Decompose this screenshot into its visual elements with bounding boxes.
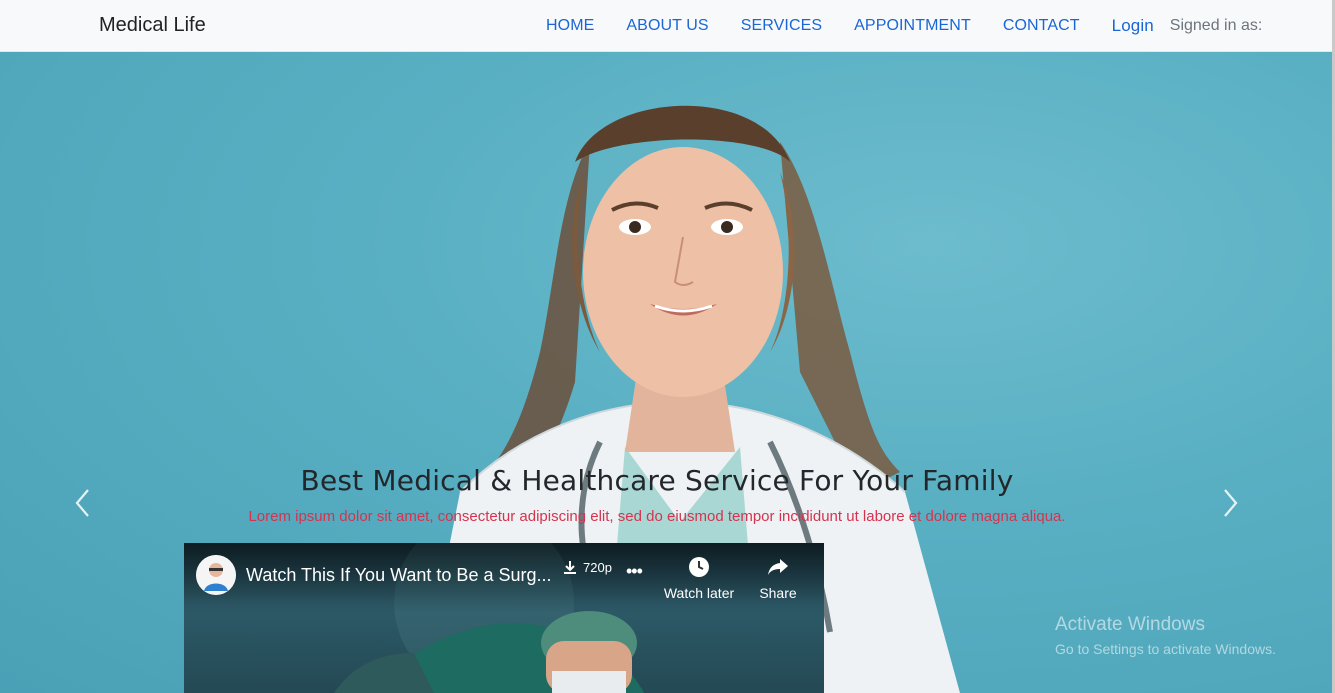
activate-windows-title: Activate Windows: [1055, 614, 1205, 635]
youtube-video-embed[interactable]: Watch This If You Want to Be a Surg... 7…: [184, 543, 824, 693]
hero-title: Best Medical & Healthcare Service For Yo…: [300, 464, 1014, 497]
login-link[interactable]: Login: [1112, 16, 1154, 36]
nav-menu: HOME ABOUT US SERVICES APPOINTMENT CONTA…: [546, 16, 1262, 36]
video-quality-label: 720p: [583, 559, 612, 575]
channel-avatar[interactable]: [196, 555, 236, 595]
nav-appointment-link[interactable]: APPOINTMENT: [854, 17, 971, 35]
brand-logo-link[interactable]: Medical Life: [99, 14, 206, 37]
video-title[interactable]: Watch This If You Want to Be a Surg...: [246, 565, 552, 586]
watch-later-label: Watch later: [663, 585, 735, 601]
chevron-right-icon[interactable]: [1219, 486, 1241, 520]
more-options-icon[interactable]: •••: [626, 561, 643, 582]
share-icon: [768, 559, 788, 575]
doctor-avatar-icon: [196, 555, 236, 595]
activate-windows-watermark: Activate Windows Go to Settings to activ…: [1055, 614, 1276, 657]
activate-windows-subtitle: Go to Settings to activate Windows.: [1055, 641, 1276, 657]
watch-later-button[interactable]: Watch later: [663, 556, 735, 601]
chevron-left-icon[interactable]: [72, 486, 94, 520]
nav-services-link[interactable]: SERVICES: [741, 17, 822, 35]
nav-about-link[interactable]: ABOUT US: [626, 17, 708, 35]
nav-home-link[interactable]: HOME: [546, 17, 594, 35]
top-navbar: Medical Life HOME ABOUT US SERVICES APPO…: [0, 0, 1335, 52]
nav-contact-link[interactable]: CONTACT: [1003, 17, 1080, 35]
download-button[interactable]: 720p: [562, 559, 612, 575]
share-button[interactable]: Share: [756, 556, 800, 601]
download-icon: [564, 561, 576, 574]
hero-subtitle: Lorem ipsum dolor sit amet, consectetur …: [248, 508, 1066, 525]
clock-icon: [689, 557, 709, 577]
signed-in-label: Signed in as:: [1169, 17, 1263, 34]
share-label: Share: [759, 585, 797, 601]
